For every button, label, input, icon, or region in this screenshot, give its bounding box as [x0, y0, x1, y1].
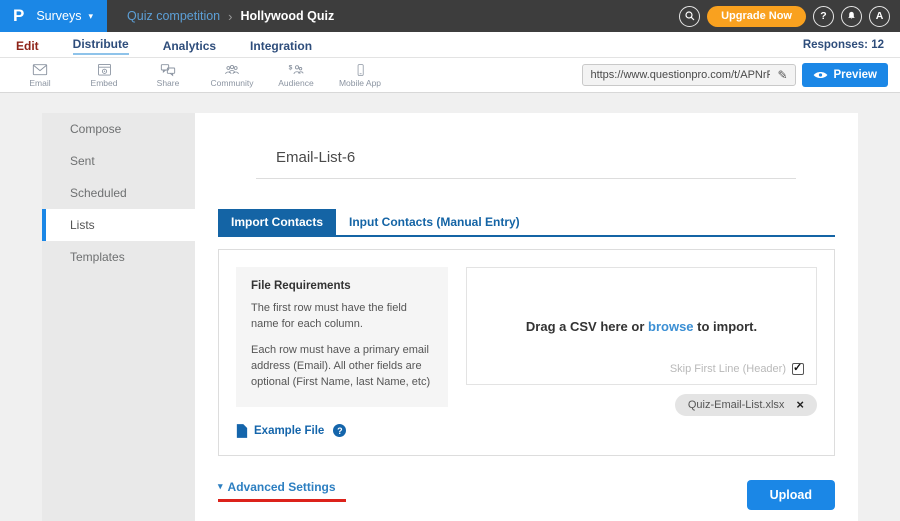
surveys-menu[interactable]: Surveys ▾: [36, 9, 93, 23]
svg-text:$: $: [289, 64, 293, 71]
nav-analytics[interactable]: Analytics: [163, 37, 216, 53]
csv-dropzone[interactable]: Drag a CSV here or browse to import. Ski…: [466, 267, 817, 385]
file-requirements-box: File Requirements The first row must hav…: [236, 267, 448, 407]
channel-community[interactable]: Community: [200, 63, 264, 88]
advanced-settings-toggle[interactable]: ▾ Advanced Settings: [218, 480, 346, 502]
survey-url-input[interactable]: [590, 69, 770, 81]
sidebar-item-templates[interactable]: Templates: [42, 241, 195, 273]
nav-distribute[interactable]: Distribute: [73, 35, 129, 55]
channel-share-label: Share: [157, 78, 180, 88]
example-file-link[interactable]: Example File: [254, 425, 324, 437]
responses-count[interactable]: Responses: 12: [803, 39, 884, 51]
page-body: Compose Sent Scheduled Lists Templates I…: [0, 93, 900, 521]
nav-integration[interactable]: Integration: [250, 37, 312, 53]
uploaded-file-name: Quiz-Email-List.xlsx: [688, 399, 785, 411]
edit-url-icon[interactable]: ✎: [777, 68, 787, 82]
sidebar-item-sent[interactable]: Sent: [42, 145, 195, 177]
file-requirements-line2: Each row must have a primary email addre…: [251, 343, 433, 391]
community-icon: [224, 63, 240, 77]
list-name-input[interactable]: [256, 149, 796, 178]
channel-audience[interactable]: $ Audience: [264, 63, 328, 88]
questionpro-logo: P: [13, 6, 24, 26]
sidebar-item-lists[interactable]: Lists: [42, 209, 195, 241]
annotation-red-underline: [218, 499, 346, 502]
preview-button-label: Preview: [834, 69, 877, 81]
email-sidebar: Compose Sent Scheduled Lists Templates: [42, 113, 195, 521]
advanced-settings-inner: ▾ Advanced Settings: [218, 480, 346, 494]
channel-email[interactable]: Email: [8, 63, 72, 88]
document-icon: [236, 424, 248, 438]
breadcrumb-separator-icon: ›: [228, 9, 232, 24]
import-left-column: File Requirements The first row must hav…: [236, 267, 448, 438]
channel-mobile-label: Mobile App: [339, 78, 381, 88]
survey-url-box: ✎: [582, 64, 795, 86]
channel-mobile-app[interactable]: Mobile App: [328, 63, 392, 88]
caret-down-icon: ▾: [218, 481, 223, 492]
channel-audience-label: Audience: [278, 78, 313, 88]
file-requirements-line1: The first row must have the field name f…: [251, 301, 433, 333]
advanced-settings-row: ▾ Advanced Settings Upload: [218, 480, 835, 510]
preview-button[interactable]: Preview: [802, 63, 888, 87]
bell-icon: [846, 10, 857, 22]
advanced-settings-label: Advanced Settings: [228, 480, 336, 494]
browse-link[interactable]: browse: [648, 319, 694, 334]
survey-url-group: ✎ Preview: [582, 63, 888, 87]
nav-edit[interactable]: Edit: [16, 37, 39, 53]
sidebar-item-compose[interactable]: Compose: [42, 113, 195, 145]
survey-nav: Edit Distribute Analytics Integration Re…: [0, 32, 900, 58]
dropzone-text-after: to import.: [694, 319, 758, 334]
channel-email-label: Email: [29, 78, 50, 88]
chevron-down-icon: ▾: [89, 11, 94, 22]
embed-icon: [97, 63, 112, 77]
help-button[interactable]: ?: [813, 6, 834, 27]
remove-file-icon[interactable]: ×: [796, 400, 804, 410]
channel-share[interactable]: Share: [136, 63, 200, 88]
search-icon: [684, 10, 696, 22]
import-right-column: Drag a CSV here or browse to import. Ski…: [466, 267, 817, 438]
top-header: P Surveys ▾ Quiz competition › Hollywood…: [0, 0, 900, 32]
product-switcher[interactable]: P Surveys ▾: [0, 0, 107, 32]
email-icon: [32, 63, 48, 77]
breadcrumb-survey-name[interactable]: Hollywood Quiz: [240, 9, 334, 23]
example-file-row: Example File ?: [236, 424, 448, 438]
lists-main-panel: Import Contacts Input Contacts (Manual E…: [195, 113, 858, 521]
tab-input-contacts[interactable]: Input Contacts (Manual Entry): [336, 209, 533, 235]
header-actions: Upgrade Now ? A: [679, 6, 900, 27]
file-requirements-title: File Requirements: [251, 280, 433, 292]
audience-icon: $: [288, 63, 304, 77]
channel-buttons: Email Embed Share: [8, 63, 392, 88]
skip-first-line-checkbox[interactable]: [792, 363, 804, 375]
skip-first-line-row: Skip First Line (Header): [670, 363, 804, 375]
uploaded-file-chip: Quiz-Email-List.xlsx ×: [675, 394, 817, 416]
channel-embed[interactable]: Embed: [72, 63, 136, 88]
eye-icon: [813, 70, 828, 80]
example-file-help-icon[interactable]: ?: [333, 424, 346, 437]
skip-first-line-label: Skip First Line (Header): [670, 363, 786, 375]
channel-community-label: Community: [211, 78, 254, 88]
uploaded-file-row: Quiz-Email-List.xlsx ×: [466, 394, 817, 416]
sidebar-item-scheduled[interactable]: Scheduled: [42, 177, 195, 209]
list-name-field-wrap: [256, 149, 796, 179]
share-icon: [160, 63, 176, 77]
upgrade-now-button[interactable]: Upgrade Now: [707, 6, 806, 27]
tab-import-contacts[interactable]: Import Contacts: [218, 209, 336, 235]
dropzone-text: Drag a CSV here or browse to import.: [526, 319, 757, 334]
distribute-toolbar: Email Embed Share: [0, 58, 900, 93]
channel-embed-label: Embed: [91, 78, 118, 88]
dropzone-text-before: Drag a CSV here or: [526, 319, 648, 334]
notifications-button[interactable]: [841, 6, 862, 27]
contacts-tabs: Import Contacts Input Contacts (Manual E…: [218, 209, 835, 237]
avatar[interactable]: A: [869, 6, 890, 27]
breadcrumb-folder[interactable]: Quiz competition: [127, 9, 220, 23]
upload-button[interactable]: Upload: [747, 480, 835, 510]
breadcrumb: Quiz competition › Hollywood Quiz: [127, 9, 334, 24]
surveys-menu-label: Surveys: [36, 9, 81, 23]
search-button[interactable]: [679, 6, 700, 27]
mobile-icon: [354, 63, 367, 77]
import-contacts-panel: File Requirements The first row must hav…: [218, 249, 835, 456]
